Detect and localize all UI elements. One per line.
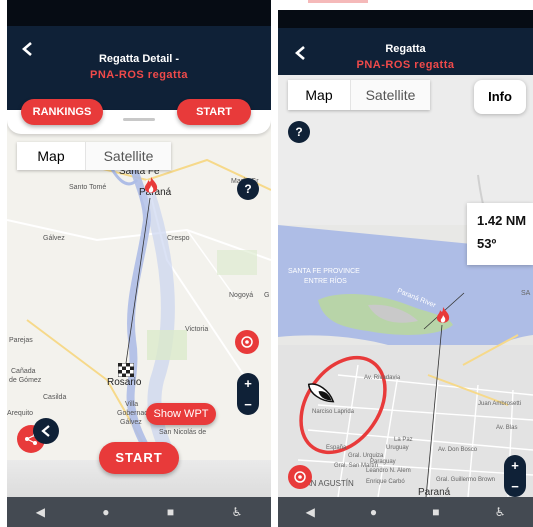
map-type-toggle: Map Satellite <box>288 80 430 110</box>
place-galvez: Gálvez <box>43 235 65 242</box>
regatta-name: PNA-ROS regatta <box>90 69 188 81</box>
place-casilda: Casilda <box>43 394 67 401</box>
zoom-out-button[interactable]: − <box>237 394 259 415</box>
status-bar <box>278 10 533 28</box>
map-type-map[interactable]: Map <box>17 142 85 170</box>
drag-handle[interactable] <box>123 118 155 121</box>
start-button-label: START <box>115 450 163 465</box>
rankings-label: RANKINGS <box>32 106 92 118</box>
label-gral-guillermo: Gral. Guillermo Brown <box>436 477 496 483</box>
show-wpt-button[interactable]: Show WPT <box>146 403 216 425</box>
label-enrique: Enrique Carbó <box>366 479 405 485</box>
nav-recents-icon[interactable]: ■ <box>167 505 174 519</box>
help-label: ? <box>244 182 252 196</box>
label-narciso: Narciso Laprida <box>312 409 355 415</box>
start-top-label: START <box>196 106 232 118</box>
checkered-flag-icon[interactable] <box>118 363 134 377</box>
fire-marker-icon[interactable] <box>434 306 452 326</box>
right-map[interactable]: SANTA FE PROVINCE ENTRE RÍOS Paraná Rive… <box>278 75 533 497</box>
locate-button[interactable] <box>288 465 312 489</box>
place-victoria: Victoria <box>185 326 209 333</box>
left-header: Regatta Detail - PNA-ROS regatta <box>7 0 271 110</box>
info-label: Info <box>488 89 512 104</box>
nav-home-icon[interactable]: ● <box>102 505 109 519</box>
status-indicator <box>308 0 368 3</box>
place-crespo: Crespo <box>167 235 190 242</box>
zoom-control: + − <box>237 373 259 415</box>
left-screen: Santa Fe Paraná Santo Tomé María Gr Gálv… <box>7 0 271 527</box>
map-type-toggle: Map Satellite <box>17 142 171 170</box>
place-nogoya: Nogoyá <box>229 292 254 299</box>
place-galvez2: Gálvez <box>120 419 142 426</box>
crosshair-icon <box>294 471 306 483</box>
map-type-map[interactable]: Map <box>288 80 350 110</box>
label-espana: España <box>326 445 347 451</box>
right-header: Regatta PNA-ROS regatta <box>278 10 533 75</box>
label-sa-edge: SA <box>521 290 531 297</box>
regatta-name: PNA-ROS regatta <box>356 59 455 71</box>
bearing-value: 53º <box>477 236 497 251</box>
place-de-gomez: de Gómez <box>9 377 42 384</box>
label-uruguay: Uruguay <box>386 445 409 451</box>
label-juan-ambrosetti: Juan Ambrosetti <box>478 401 522 407</box>
fire-marker-icon[interactable] <box>142 176 160 196</box>
distance-value: 1.42 NM <box>477 213 527 228</box>
nav-recents-icon[interactable]: ■ <box>432 505 439 519</box>
place-rosario: Rosario <box>107 377 142 388</box>
zoom-in-button[interactable]: + <box>504 455 526 476</box>
label-parana-city: Paraná <box>418 487 451 497</box>
place-g-edge: G <box>264 292 270 299</box>
chevron-left-icon <box>41 425 50 437</box>
help-button[interactable]: ? <box>288 121 310 143</box>
map-type-satellite[interactable]: Satellite <box>85 142 171 170</box>
right-screen: SANTA FE PROVINCE ENTRE RÍOS Paraná Rive… <box>278 10 533 527</box>
status-bar <box>7 0 271 26</box>
nav-back-icon[interactable]: ◀ <box>36 505 45 519</box>
nav-home-icon[interactable]: ● <box>370 505 377 519</box>
zoom-control: + − <box>504 455 526 497</box>
locate-button[interactable] <box>235 330 259 354</box>
label-gral-san-martin: Gral. San Martín <box>334 463 379 469</box>
android-navbar: ◀ ● ■ ♿ <box>7 497 271 527</box>
place-gobernador: Gobernad <box>117 410 149 417</box>
distance-card: 1.42 NM 53º <box>467 203 533 265</box>
info-button[interactable]: Info <box>474 80 526 114</box>
label-province2: ENTRE RÍOS <box>304 278 347 285</box>
label-av-don-bosco: Av. Don Bosco <box>438 447 478 453</box>
place-canada: Cañada <box>11 368 36 375</box>
nav-back-icon[interactable]: ◀ <box>306 505 315 519</box>
place-arequito: Arequito <box>7 410 34 417</box>
help-label: ? <box>295 125 303 139</box>
accessibility-icon[interactable]: ♿ <box>495 505 506 519</box>
zoom-out-button[interactable]: − <box>504 476 526 497</box>
place-parejas: Parejas <box>9 337 33 344</box>
label-la-paz: La Paz <box>394 437 413 443</box>
place-san-nicolas: San Nicolás de <box>159 429 207 436</box>
page-title: Regatta Detail - <box>98 53 180 65</box>
map-type-satellite[interactable]: Satellite <box>350 80 430 110</box>
help-button[interactable]: ? <box>237 178 259 200</box>
label-av-blas: Av. Blas <box>496 425 518 431</box>
accessibility-icon[interactable]: ♿ <box>232 505 243 519</box>
show-wpt-label: Show WPT <box>153 408 209 420</box>
place-santo-tome: Santo Tomé <box>69 184 107 191</box>
rankings-button[interactable]: RANKINGS <box>21 99 103 125</box>
page-title: Regatta <box>385 43 426 55</box>
start-button[interactable]: START <box>99 442 179 474</box>
android-navbar: ◀ ● ■ ♿ <box>278 497 533 527</box>
start-top-button[interactable]: START <box>177 99 251 125</box>
label-av-rivadavia: Av. Rivadavia <box>364 375 401 381</box>
crosshair-icon <box>241 336 253 348</box>
label-province1: SANTA FE PROVINCE <box>288 268 360 275</box>
place-villa: Villa <box>125 401 139 408</box>
zoom-in-button[interactable]: + <box>237 373 259 394</box>
back-circle-button[interactable] <box>33 418 59 444</box>
